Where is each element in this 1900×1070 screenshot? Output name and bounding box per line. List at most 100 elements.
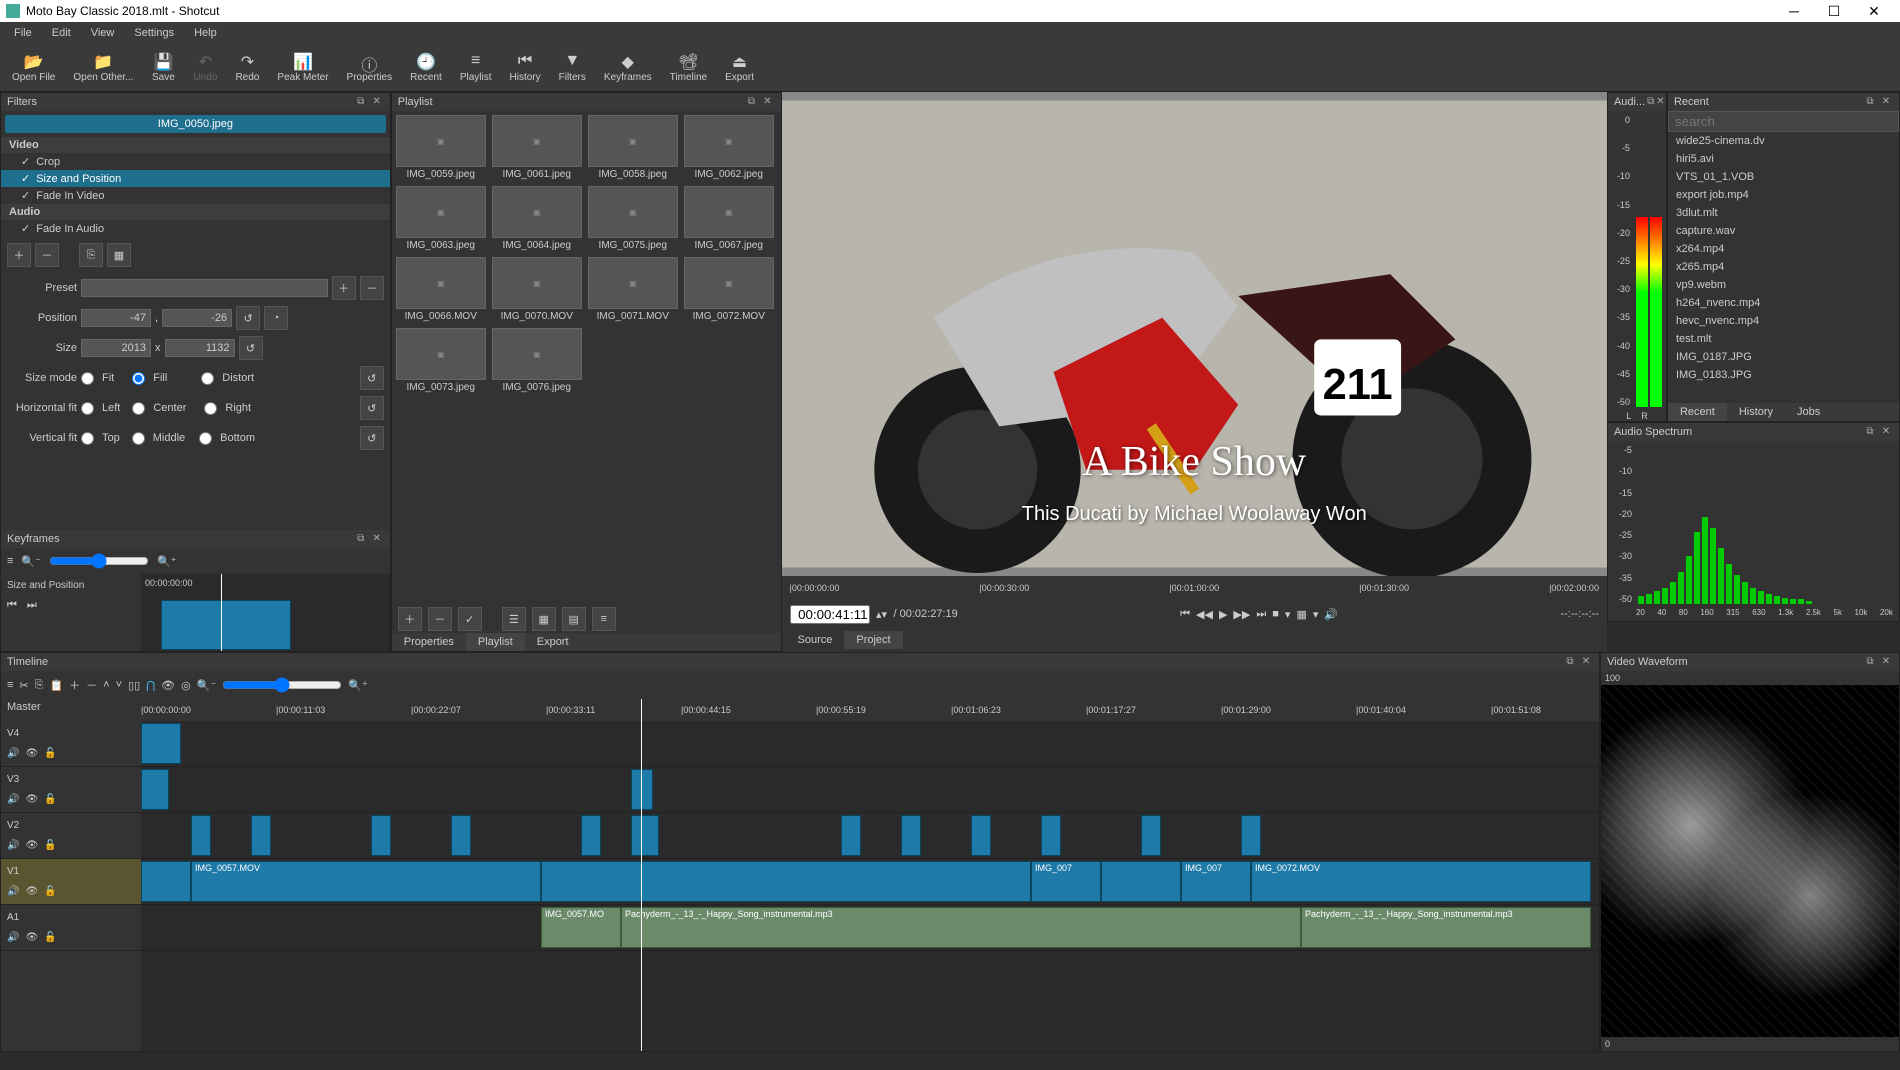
dock-icon[interactable]: ⧉ <box>745 95 759 109</box>
forward-button[interactable]: ▶▶ <box>1233 608 1250 621</box>
kf-menu-icon[interactable]: ≡ <box>7 555 13 567</box>
hide-icon[interactable]: 👁 <box>25 794 38 805</box>
keyframes-button[interactable]: ◆Keyframes <box>596 50 660 85</box>
track-a1[interactable]: IMG_0057.MO Pachyderm_-_13_-_Happy_Song_… <box>141 905 1599 951</box>
zoom-in-icon[interactable]: 🔍⁺ <box>157 555 177 568</box>
hide-icon[interactable]: 👁 <box>25 932 38 943</box>
mute-icon[interactable]: 🔊 <box>7 794 19 805</box>
tab-recent[interactable]: Recent <box>1668 403 1727 421</box>
recent-item[interactable]: hevc_nvenc.mp4 <box>1668 312 1899 330</box>
tl-copy-button[interactable]: ⎘ <box>35 679 44 692</box>
tl-cut-button[interactable]: ✂ <box>19 679 28 692</box>
dock-icon[interactable]: ⧉ <box>1863 95 1877 109</box>
close-panel-icon[interactable]: ✕ <box>1579 655 1593 669</box>
pl-detail-view-button[interactable]: ▤ <box>562 607 586 631</box>
clip-v1-0[interactable]: IMG_0057.MOV <box>191 861 541 902</box>
position-y-input[interactable] <box>162 309 232 327</box>
kf-zoom-slider[interactable] <box>49 553 149 569</box>
size-w-input[interactable] <box>81 339 151 357</box>
menu-file[interactable]: File <box>6 25 40 41</box>
lock-icon[interactable]: 🔓 <box>44 932 56 943</box>
recent-item[interactable]: 3dlut.mlt <box>1668 204 1899 222</box>
kf-prev-button[interactable]: ⏮ <box>7 599 17 612</box>
mute-icon[interactable]: 🔊 <box>7 748 19 759</box>
playlist-item[interactable]: ▣IMG_0062.jpeg <box>684 115 774 180</box>
hfit-right-radio[interactable] <box>204 402 217 415</box>
undo-button[interactable]: ↶Undo <box>185 50 225 85</box>
hide-icon[interactable]: 👁 <box>25 840 38 851</box>
sizemode-fill-radio[interactable] <box>132 372 145 385</box>
vfit-bottom-radio[interactable] <box>199 432 212 445</box>
recent-item[interactable]: IMG_0187.JPG <box>1668 348 1899 366</box>
mute-icon[interactable]: 🔊 <box>7 840 19 851</box>
tab-export[interactable]: Export <box>525 633 581 651</box>
open-other--button[interactable]: 📁Open Other... <box>65 50 141 85</box>
clip-v1-2[interactable]: IMG_007 <box>1181 861 1251 902</box>
player-ruler[interactable]: |00:00:00:00|00:00:30:00|00:01:00:00|00:… <box>782 576 1607 600</box>
tab-properties[interactable]: Properties <box>392 633 466 651</box>
tab-history[interactable]: History <box>1727 403 1785 421</box>
timeline-playhead[interactable] <box>641 699 642 1051</box>
position-keyframe-button[interactable]: ◔ <box>264 306 288 330</box>
filter-fade-in-audio[interactable]: Fade In Audio <box>1 220 390 237</box>
tl-snap-button[interactable]: ⋂ <box>146 679 155 692</box>
open-file-button[interactable]: 📂Open File <box>4 50 63 85</box>
recent-item[interactable]: test.mlt <box>1668 330 1899 348</box>
clip-v1-3[interactable]: IMG_0072.MOV <box>1251 861 1591 902</box>
close-button[interactable]: ✕ <box>1854 3 1894 20</box>
tab-jobs[interactable]: Jobs <box>1785 403 1832 421</box>
volume-button[interactable]: 🔊 <box>1324 608 1338 621</box>
skip-next-button[interactable]: ⏭ <box>1256 608 1266 621</box>
hfit-center-radio[interactable] <box>132 402 145 415</box>
close-panel-icon[interactable]: ✕ <box>370 532 384 546</box>
zoom-out-icon[interactable]: 🔍⁻ <box>21 555 41 568</box>
tl-menu-button[interactable]: ≡ <box>7 679 13 691</box>
filter-crop[interactable]: Crop <box>1 153 390 170</box>
recent-item[interactable]: h264_nvenc.mp4 <box>1668 294 1899 312</box>
clip-a1-0[interactable]: IMG_0057.MO <box>541 907 621 948</box>
skip-prev-button[interactable]: ⏮ <box>1180 608 1190 621</box>
playlist-item[interactable]: ▣IMG_0070.MOV <box>492 257 582 322</box>
playlist-item[interactable]: ▣IMG_0072.MOV <box>684 257 774 322</box>
sizemode-fit-radio[interactable] <box>81 372 94 385</box>
recent-button[interactable]: 🕘Recent <box>402 50 450 85</box>
rewind-button[interactable]: ◀◀ <box>1196 608 1213 621</box>
lock-icon[interactable]: 🔓 <box>44 794 56 805</box>
tab-source[interactable]: Source <box>786 631 845 649</box>
pl-remove-button[interactable]: － <box>428 607 452 631</box>
position-reset-button[interactable]: ↺ <box>236 306 260 330</box>
preset-add-button[interactable]: ＋ <box>332 276 356 300</box>
recent-item[interactable]: IMG_0183.JPG <box>1668 366 1899 384</box>
redo-button[interactable]: ↷Redo <box>227 50 267 85</box>
tl-zoom-slider[interactable] <box>222 677 342 693</box>
preset-remove-button[interactable]: － <box>360 276 384 300</box>
hfit-reset-button[interactable]: ↺ <box>360 396 384 420</box>
track-v3[interactable] <box>141 767 1599 813</box>
close-panel-icon[interactable]: ✕ <box>1879 655 1893 669</box>
clip-a1-1[interactable]: Pachyderm_-_13_-_Happy_Song_instrumental… <box>621 907 1301 948</box>
play-button[interactable]: ▶ <box>1219 608 1227 621</box>
close-panel-icon[interactable]: ✕ <box>761 95 775 109</box>
tl-zoom-in-button[interactable]: 🔍⁺ <box>348 679 368 692</box>
recent-item[interactable]: capture.wav <box>1668 222 1899 240</box>
playlist-item[interactable]: ▣IMG_0073.jpeg <box>396 328 486 393</box>
preset-select[interactable] <box>81 279 328 297</box>
menu-edit[interactable]: Edit <box>44 25 79 41</box>
tl-overwrite-button[interactable]: ˅ <box>116 679 122 691</box>
vfit-middle-radio[interactable] <box>132 432 145 445</box>
menu-settings[interactable]: Settings <box>126 25 182 41</box>
remove-filter-button[interactable]: － <box>35 243 59 267</box>
filter-fade-in-video[interactable]: Fade In Video <box>1 187 390 204</box>
dock-icon[interactable]: ⧉ <box>1647 95 1654 109</box>
clip-a1-2[interactable]: Pachyderm_-_13_-_Happy_Song_instrumental… <box>1301 907 1591 948</box>
recent-search-input[interactable] <box>1668 111 1899 132</box>
pl-add-button[interactable]: ＋ <box>398 607 422 631</box>
export-button[interactable]: ⏏Export <box>717 50 762 85</box>
recent-item[interactable]: x264.mp4 <box>1668 240 1899 258</box>
playlist-item[interactable]: ▣IMG_0058.jpeg <box>588 115 678 180</box>
mute-icon[interactable]: 🔊 <box>7 932 19 943</box>
dock-icon[interactable]: ⧉ <box>1863 425 1877 439</box>
pl-menu-button[interactable]: ≡ <box>592 607 616 631</box>
pl-check-button[interactable]: ✓ <box>458 607 482 631</box>
paste-filter-button[interactable]: ▦ <box>107 243 131 267</box>
